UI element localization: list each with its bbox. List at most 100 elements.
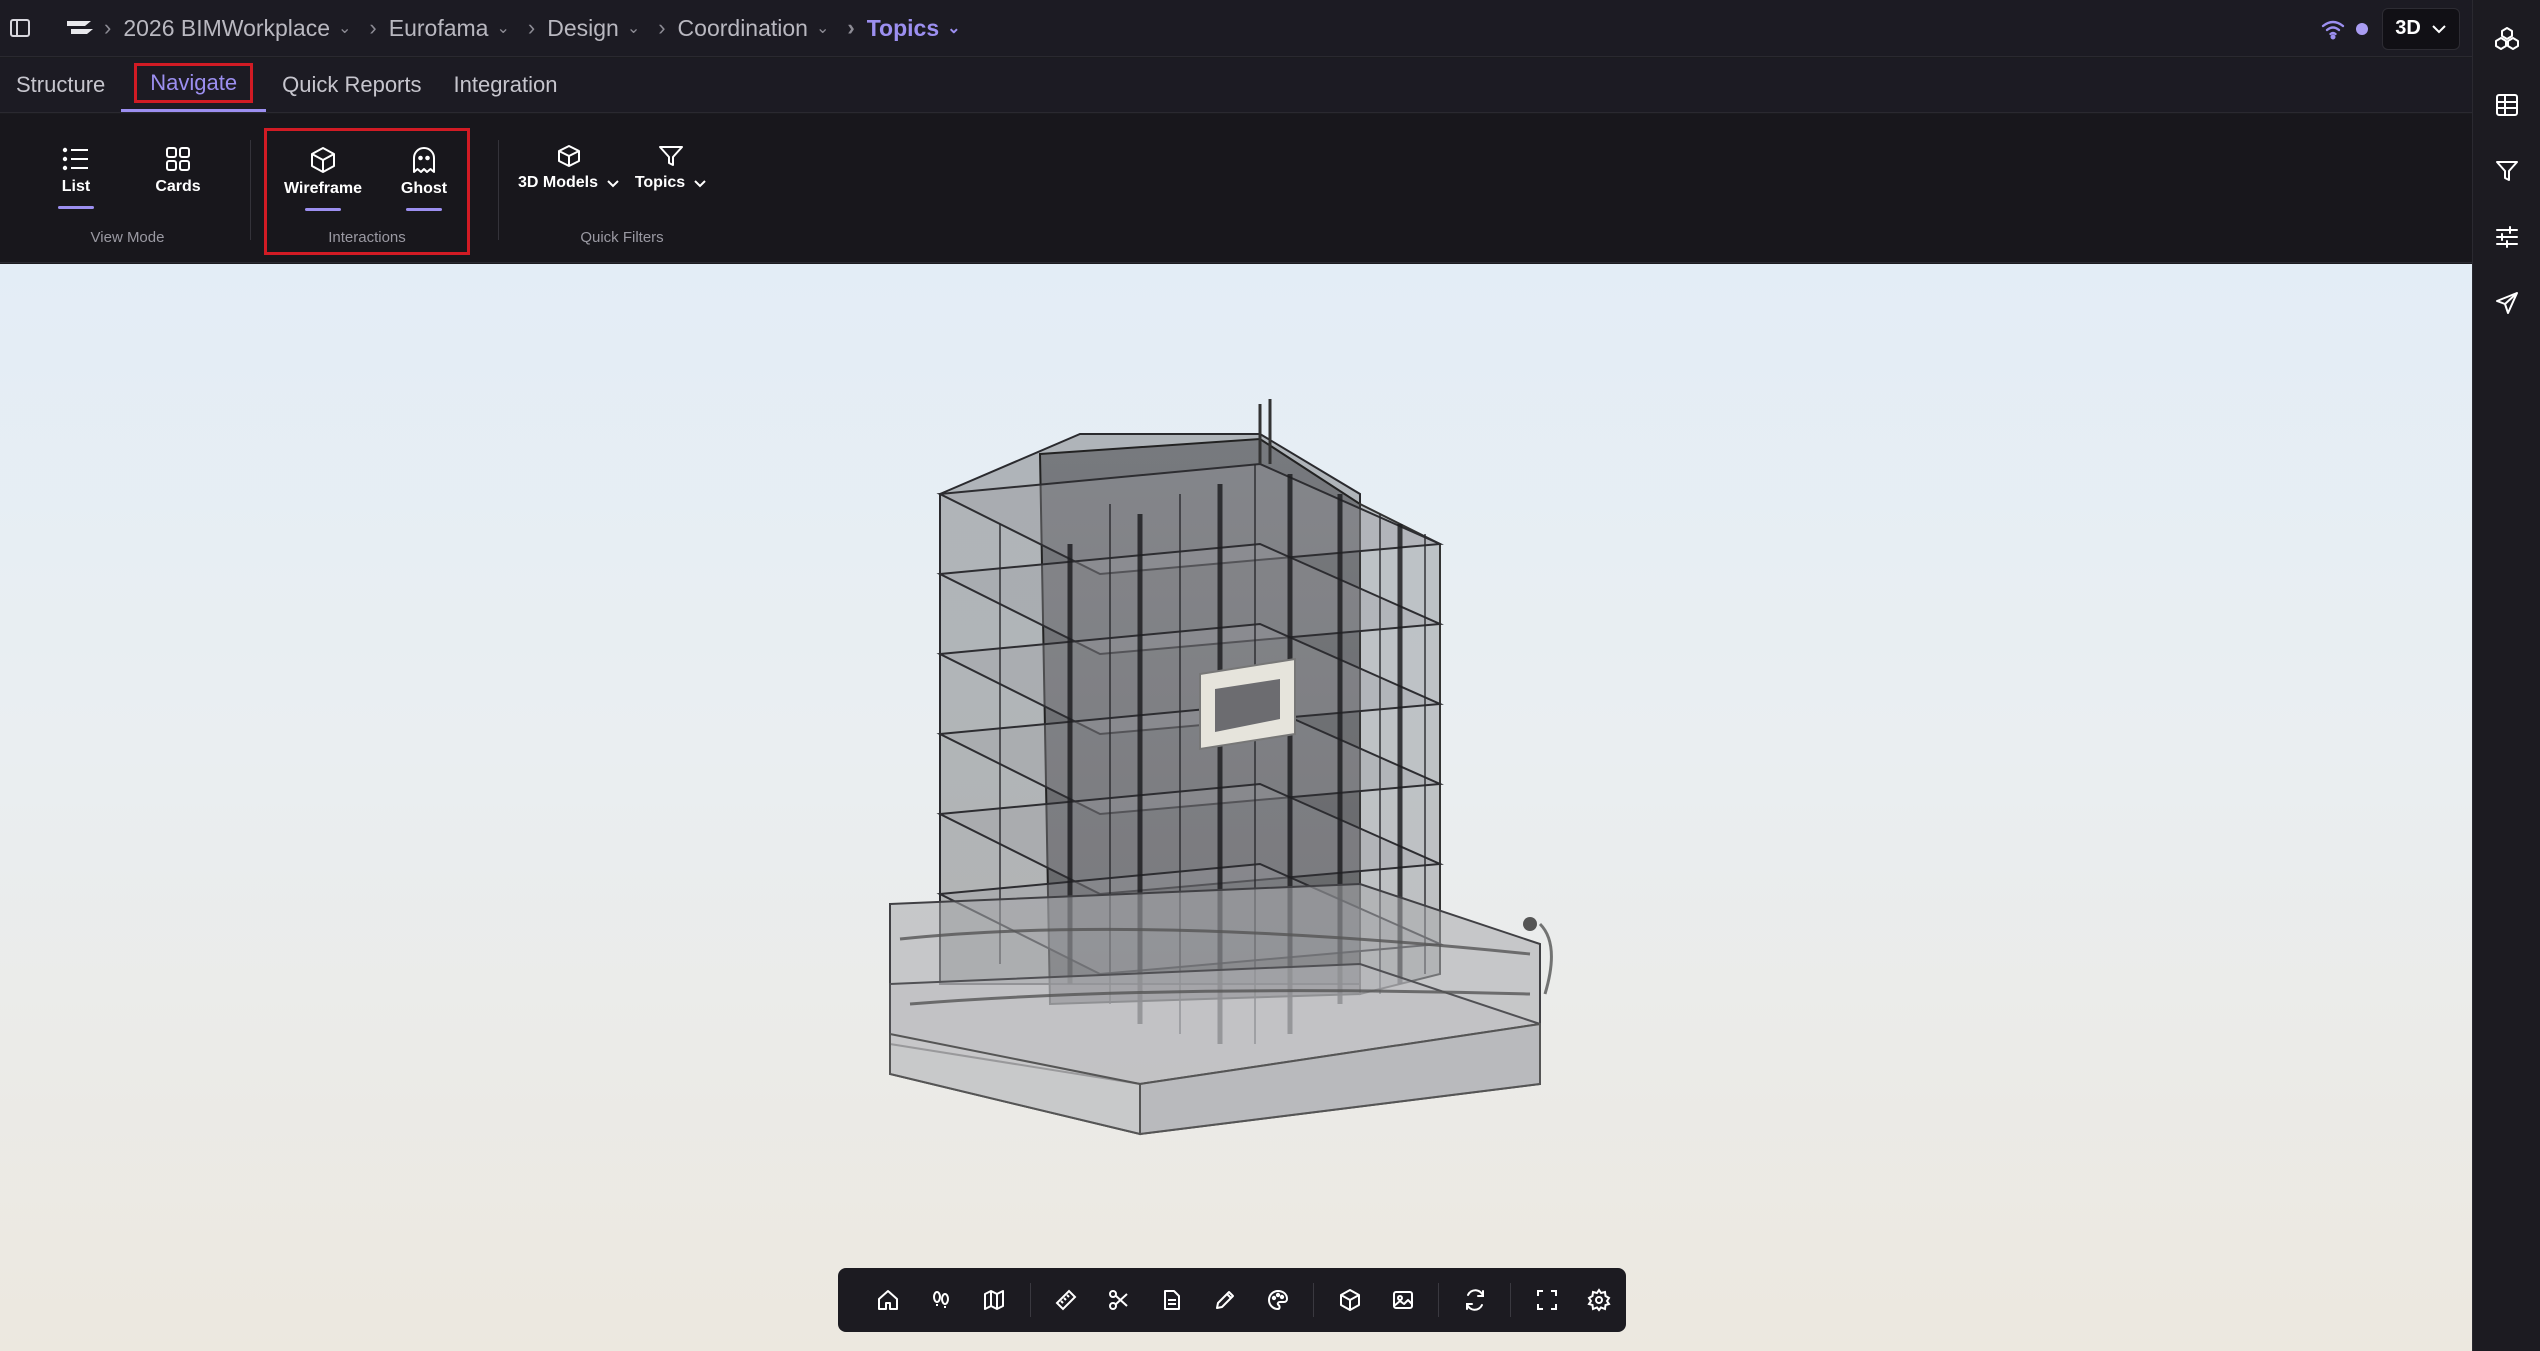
wireframe-button[interactable]: Wireframe [283,146,363,211]
cards-view-button[interactable]: Cards [152,146,204,196]
chevron-down-icon: ⌄ [338,20,352,37]
cube-icon [311,147,335,173]
palette-icon [1267,1289,1288,1311]
app-root: › 2026 BIMWorkplace ⌄ › Eurofama ⌄ › Design ⌄ … [0,0,2540,1351]
app-logo[interactable] [60,0,100,57]
image-icon [1392,1291,1413,1309]
home-icon [878,1290,899,1310]
breadcrumb-label: Coordination [677,14,808,41]
toolbar-divider [1438,1283,1440,1317]
send-icon [2496,292,2518,314]
chevron-down-icon: ⌄ [496,20,510,37]
building-model[interactable] [840,344,1700,1204]
wireframe-label: Wireframe [283,180,363,197]
tab-integration[interactable]: Integration [438,57,574,112]
share-panel-button[interactable] [2473,270,2540,336]
right-rail [2472,0,2540,1351]
map-button[interactable] [968,1273,1021,1327]
section-box-button[interactable] [1323,1273,1376,1327]
chevron-down-icon: ⌄ [815,20,830,37]
breadcrumb-separator: › [369,15,377,40]
color-button[interactable] [1251,1273,1304,1327]
list-label: List [61,178,91,195]
cut-button[interactable] [1093,1273,1146,1327]
list-view-button[interactable]: List [55,146,97,209]
filter-icon [2496,161,2518,181]
cube-icon [1339,1289,1360,1311]
topics-label: Topics [634,174,686,191]
list-icon [62,147,88,171]
properties-panel-button[interactable] [2473,204,2540,270]
breadcrumb-separator: › [527,15,536,40]
markup-button[interactable] [1199,1273,1252,1327]
tab-label: Quick Reports [282,71,422,97]
chevron-down-icon [607,179,619,187]
toolbar-divider [1510,1283,1512,1317]
sidebar-toggle-icon [10,19,30,37]
sliders-icon [2496,226,2518,248]
measure-icon [1055,1289,1077,1311]
tab-label: Structure [16,71,106,97]
toolbar-divider [1313,1283,1315,1317]
breadcrumb-label: Eurofama [388,14,489,41]
refresh-icon [1465,1289,1484,1311]
measure-button[interactable] [1040,1273,1093,1327]
sidebar-toggle-button[interactable] [0,0,40,57]
breadcrumb-current[interactable]: › Topics ⌄ [843,15,960,42]
topics-filter-dropdown[interactable]: Topics [634,144,706,192]
breadcrumb-workspace[interactable]: › 2026 BIMWorkplace ⌄ [100,15,351,42]
walk-mode-button[interactable] [915,1273,968,1327]
ghost-label: Ghost [400,180,448,197]
tab-quick-reports[interactable]: Quick Reports [266,57,437,112]
breadcrumb-phase[interactable]: › Design ⌄ [524,15,640,42]
quick-filters-group-label: Quick Filters [580,229,664,246]
breadcrumb-separator: › [104,15,112,40]
document-icon [1164,1290,1181,1310]
table-panel-button[interactable] [2473,72,2540,138]
breadcrumb-separator: › [658,15,666,40]
top-header: › 2026 BIMWorkplace ⌄ › Eurofama ⌄ › Design ⌄ … [0,0,2472,57]
tab-navigate[interactable]: Navigate [121,57,267,112]
ribbon-tabs: Structure Navigate Quick Reports Integra… [0,58,2472,113]
logo-icon [67,21,93,34]
ghost-icon [413,147,435,173]
chevron-down-icon: ⌄ [626,20,641,37]
tab-structure[interactable]: Structure [0,57,121,112]
3d-models-label: 3D Models [518,174,599,191]
models-icon [2495,27,2519,50]
breadcrumb-module[interactable]: › Coordination ⌄ [654,15,829,42]
snapshot-button[interactable] [1376,1273,1429,1327]
toolbar-divider [1029,1283,1031,1317]
view-mode-value: 3D [2395,17,2421,39]
view-mode-select[interactable]: 3D [2382,7,2460,50]
filter-panel-button[interactable] [2473,138,2540,204]
chevron-down-icon [694,179,706,187]
settings-button[interactable] [1573,1273,1626,1327]
breadcrumb-project[interactable]: › Eurofama ⌄ [365,15,509,42]
map-icon [984,1290,1005,1310]
tab-label: Integration [453,71,558,97]
models-panel-button[interactable] [2473,6,2540,72]
pencil-icon [1215,1291,1234,1309]
document-button[interactable] [1146,1273,1199,1327]
breadcrumb-separator: › [847,15,855,40]
fullscreen-icon [1536,1290,1557,1310]
cube-icon [558,145,580,167]
breadcrumb-label: Design [547,14,619,41]
interactions-group-label: Interactions [328,229,406,246]
view-mode-group-label: View Mode [90,229,165,246]
walk-icon [933,1291,950,1308]
3d-models-filter-dropdown[interactable]: 3D Models [518,144,620,192]
active-indicator [58,206,94,209]
breadcrumb-label: Topics [866,14,940,41]
breadcrumb-label: 2026 BIMWorkplace [123,14,331,41]
ghost-button[interactable]: Ghost [398,146,450,211]
ribbon-toolbar: List Cards View Mode Wireframe Ghost Int… [0,114,2472,263]
3d-viewport[interactable] [0,264,2472,1351]
cards-icon [166,147,190,171]
breadcrumb: › 2026 BIMWorkplace ⌄ › Eurofama ⌄ › Design ⌄ … [100,0,975,57]
reset-button[interactable] [1448,1273,1501,1327]
fullscreen-button[interactable] [1520,1273,1573,1327]
gear-icon [1587,1288,1612,1312]
home-button[interactable] [862,1273,915,1327]
